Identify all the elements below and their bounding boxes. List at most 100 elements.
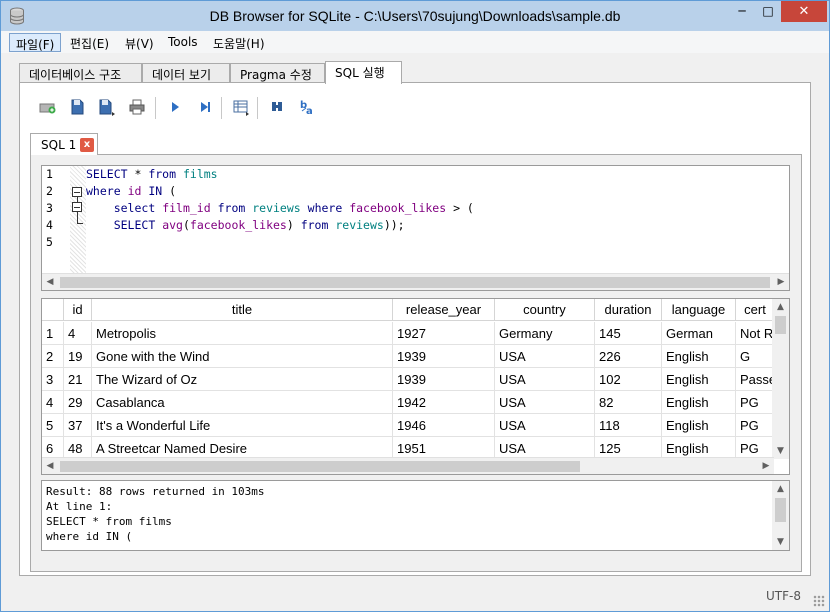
scroll-down-icon[interactable]: ▼ (772, 443, 789, 459)
cell-id[interactable]: 37 (64, 414, 92, 437)
scroll-left-icon[interactable]: ◀ (42, 275, 58, 290)
cell-duration[interactable]: 145 (595, 322, 662, 345)
table-row[interactable]: 1 4 Metropolis 1927 Germany 145 German Not R (42, 322, 774, 345)
sql-editor[interactable]: 1 2 3 4 5 SELECT * from films where id I… (41, 165, 790, 291)
cell-certification[interactable]: Passe (736, 368, 774, 391)
tab-edit-pragmas[interactable]: Pragma 수정 (230, 63, 325, 83)
fold-marker-icon[interactable] (72, 187, 82, 197)
cell-language[interactable]: English (662, 368, 736, 391)
table-row[interactable]: 5 37 It's a Wonderful Life 1946 USA 118 Englis… (42, 414, 774, 437)
column-header-certification[interactable]: cert (736, 299, 774, 321)
scroll-right-icon[interactable]: ▶ (758, 459, 774, 474)
cell-language[interactable]: German (662, 322, 736, 345)
status-bar: UTF-8 (1, 581, 829, 611)
cell-release-year[interactable]: 1927 (393, 322, 495, 345)
editor-horizontal-scrollbar[interactable]: ◀ ▶ (42, 273, 789, 290)
cell-duration[interactable]: 226 (595, 345, 662, 368)
find-icon[interactable] (265, 95, 289, 119)
cell-certification[interactable]: G (736, 345, 774, 368)
column-header-title[interactable]: title (92, 299, 393, 321)
print-icon[interactable] (125, 95, 149, 119)
column-header-id[interactable]: id (64, 299, 92, 321)
grid-horizontal-scrollbar[interactable]: ◀ ▶ (42, 457, 774, 474)
execute-current-icon[interactable] (193, 95, 217, 119)
cell-release-year[interactable]: 1939 (393, 345, 495, 368)
cell-duration[interactable]: 102 (595, 368, 662, 391)
menu-tools[interactable]: Tools (162, 33, 204, 52)
cell-country[interactable]: Germany (495, 322, 595, 345)
cell-certification[interactable]: PG (736, 414, 774, 437)
column-header-duration[interactable]: duration (595, 299, 662, 321)
title-bar[interactable]: DB Browser for SQLite - C:\Users\70sujun… (1, 1, 829, 31)
cell-release-year[interactable]: 1946 (393, 414, 495, 437)
menu-edit[interactable]: 편집(E) (64, 33, 115, 52)
scrollbar-thumb[interactable] (60, 277, 770, 288)
table-row[interactable]: 4 29 Casablanca 1942 USA 82 English PG (42, 391, 774, 414)
cell-country[interactable]: USA (495, 368, 595, 391)
svg-text:a: a (306, 106, 313, 117)
scroll-up-icon[interactable]: ▲ (772, 299, 789, 315)
tab-browse-data[interactable]: 데이터 보기 (142, 63, 230, 83)
save-sql-icon[interactable] (95, 95, 119, 119)
cell-language[interactable]: English (662, 345, 736, 368)
close-button[interactable]: ✕ (781, 1, 827, 22)
scroll-up-icon[interactable]: ▲ (772, 481, 789, 497)
cell-title[interactable]: Gone with the Wind (92, 345, 393, 368)
scrollbar-thumb[interactable] (775, 316, 786, 334)
fold-marker-icon[interactable] (72, 202, 82, 212)
row-number[interactable]: 2 (42, 345, 64, 368)
scroll-down-icon[interactable]: ▼ (772, 534, 789, 550)
minimize-button[interactable]: ─ (729, 1, 755, 22)
cell-certification[interactable]: Not R (736, 322, 774, 345)
cell-title[interactable]: It's a Wonderful Life (92, 414, 393, 437)
scrollbar-thumb[interactable] (60, 461, 580, 472)
table-row[interactable]: 2 19 Gone with the Wind 1939 USA 226 English G (42, 345, 774, 368)
table-row[interactable]: 3 21 The Wizard of Oz 1939 USA 102 English Pass… (42, 368, 774, 391)
maximize-button[interactable]: □ (755, 1, 781, 22)
save-results-icon[interactable] (229, 95, 253, 119)
cell-duration[interactable]: 118 (595, 414, 662, 437)
cell-title[interactable]: Metropolis (92, 322, 393, 345)
find-replace-icon[interactable]: ba (295, 95, 319, 119)
cell-country[interactable]: USA (495, 391, 595, 414)
row-number[interactable]: 3 (42, 368, 64, 391)
tab-execute-sql[interactable]: SQL 실행 (325, 61, 402, 84)
cell-title[interactable]: The Wizard of Oz (92, 368, 393, 391)
cell-id[interactable]: 29 (64, 391, 92, 414)
scroll-right-icon[interactable]: ▶ (773, 275, 789, 290)
open-tab-icon[interactable] (35, 95, 59, 119)
grid-vertical-scrollbar[interactable]: ▲ ▼ (772, 299, 789, 459)
menu-file[interactable]: 파일(F) (9, 33, 62, 52)
cell-language[interactable]: English (662, 391, 736, 414)
tab-sql-1[interactable]: SQL 1 x (30, 133, 98, 155)
column-header-country[interactable]: country (495, 299, 595, 321)
column-header-language[interactable]: language (662, 299, 736, 321)
scrollbar-thumb[interactable] (775, 498, 786, 522)
cell-certification[interactable]: PG (736, 391, 774, 414)
message-log[interactable]: Result: 88 rows returned in 103ms At lin… (41, 480, 790, 551)
cell-release-year[interactable]: 1939 (393, 368, 495, 391)
row-number[interactable]: 5 (42, 414, 64, 437)
cell-id[interactable]: 4 (64, 322, 92, 345)
open-sql-icon[interactable] (65, 95, 89, 119)
cell-id[interactable]: 21 (64, 368, 92, 391)
log-vertical-scrollbar[interactable]: ▲ ▼ (772, 481, 789, 550)
menu-view[interactable]: 뷰(V) (119, 33, 160, 52)
row-number[interactable]: 4 (42, 391, 64, 414)
cell-country[interactable]: USA (495, 345, 595, 368)
scroll-left-icon[interactable]: ◀ (42, 459, 58, 474)
results-grid[interactable]: id title release_year country duration l… (41, 298, 790, 475)
execute-all-icon[interactable] (163, 95, 187, 119)
cell-duration[interactable]: 82 (595, 391, 662, 414)
cell-country[interactable]: USA (495, 414, 595, 437)
close-tab-icon[interactable]: x (80, 138, 94, 152)
column-header-release-year[interactable]: release_year (393, 299, 495, 321)
cell-release-year[interactable]: 1942 (393, 391, 495, 414)
resize-grip-icon[interactable] (813, 595, 825, 607)
menu-help[interactable]: 도움말(H) (207, 33, 271, 52)
row-number[interactable]: 1 (42, 322, 64, 345)
cell-id[interactable]: 19 (64, 345, 92, 368)
tab-database-structure[interactable]: 데이터베이스 구조 (19, 63, 142, 83)
cell-title[interactable]: Casablanca (92, 391, 393, 414)
cell-language[interactable]: English (662, 414, 736, 437)
